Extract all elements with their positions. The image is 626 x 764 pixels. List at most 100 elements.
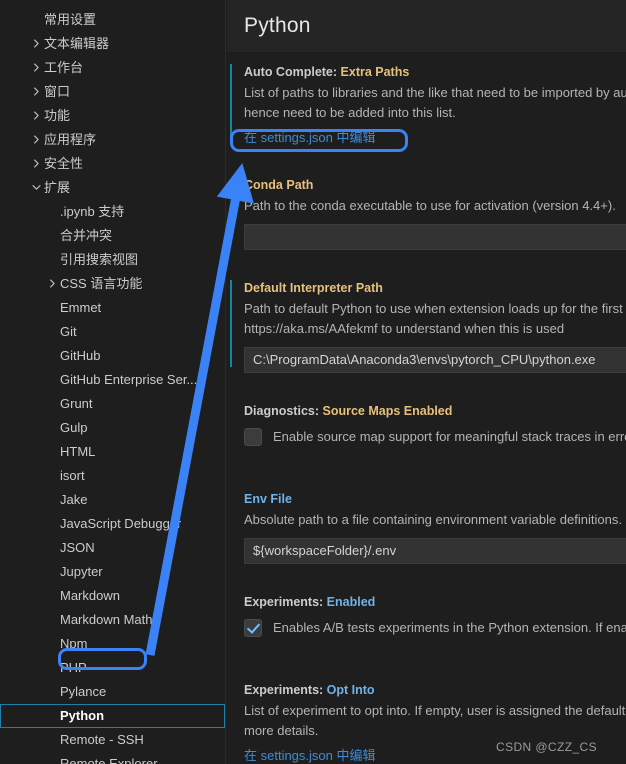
setting-experiments-enabled: Experiments: Enabled Enables A/B tests e… xyxy=(227,592,626,638)
sidebar-item-grunt[interactable]: Grunt xyxy=(0,392,225,416)
setting-description-line-1: List of experiment to opt into. If empty… xyxy=(244,703,626,718)
setting-env-file: Env File Absolute path to a file contain… xyxy=(227,489,626,564)
source-maps-enabled-checkbox[interactable] xyxy=(244,428,262,446)
highlight-box-python-sidebar-item xyxy=(58,648,147,670)
setting-checkbox-row: Enable source map support for meaningful… xyxy=(244,427,626,447)
sidebar-item-pylance[interactable]: Pylance xyxy=(0,680,225,704)
sidebar-item-label: Markdown Math xyxy=(60,612,153,627)
sidebar-item-emmet[interactable]: Emmet xyxy=(0,296,225,320)
sidebar-item-isort[interactable]: isort xyxy=(0,464,225,488)
sidebar-item-html[interactable]: HTML xyxy=(0,440,225,464)
setting-title-prefix: Diagnostics: xyxy=(244,404,323,418)
sidebar-item-label: GitHub Enterprise Ser... xyxy=(60,372,198,387)
chevron-right-icon[interactable] xyxy=(28,128,44,152)
setting-title-key: Opt Into xyxy=(326,683,375,697)
sidebar-item-label: Pylance xyxy=(60,684,107,699)
sidebar-item-label: 扩展 xyxy=(44,180,71,195)
setting-diagnostics-source-maps-enabled: Diagnostics: Source Maps Enabled Enable … xyxy=(227,401,626,447)
chevron-right-icon[interactable] xyxy=(28,80,44,104)
sidebar-item-git[interactable]: Git xyxy=(0,320,225,344)
setting-conda-path: Conda Path Path to the conda executable … xyxy=(227,175,626,250)
sidebar-item-label: JSON xyxy=(60,540,95,555)
sidebar-item-css[interactable]: CSS 语言功能 xyxy=(0,272,225,296)
sidebar-item-[interactable]: 工作台 xyxy=(0,56,225,80)
sidebar-item-markdown[interactable]: Markdown xyxy=(0,584,225,608)
default-interpreter-path-input[interactable]: C:\ProgramData\Anaconda3\envs\pytorch_CP… xyxy=(244,347,626,373)
edit-in-settings-json-link-opt-into[interactable]: 在 settings.json 中编辑 xyxy=(244,745,376,764)
sidebar-item-gulp[interactable]: Gulp xyxy=(0,416,225,440)
sidebar-item-[interactable]: 常用设置 xyxy=(0,8,225,32)
checkbox-label: Enable source map support for meaningful… xyxy=(273,429,626,444)
sidebar-item-label: Emmet xyxy=(60,300,102,315)
env-file-input[interactable]: ${workspaceFolder}/.env xyxy=(244,538,626,564)
conda-path-input[interactable] xyxy=(244,224,626,250)
setting-title: Diagnostics: Source Maps Enabled xyxy=(244,401,626,422)
sidebar-item-markdown-math[interactable]: Markdown Math xyxy=(0,608,225,632)
sidebar-item-[interactable]: 应用程序 xyxy=(0,128,225,152)
setting-title-key: Env File xyxy=(244,492,292,506)
sidebar-item-remote-ssh[interactable]: Remote - SSH xyxy=(0,728,225,752)
sidebar-item-[interactable]: 合并冲突 xyxy=(0,224,225,248)
setting-title-prefix: Auto Complete: xyxy=(244,65,341,79)
setting-title-prefix: Experiments: xyxy=(244,595,327,609)
sidebar-item-javascript-debugger[interactable]: JavaScript Debugger xyxy=(0,512,225,536)
highlight-box-edit-settings-json xyxy=(230,129,408,152)
sidebar-item-remote-explorer[interactable]: Remote Explorer xyxy=(0,752,225,764)
setting-checkbox-row: Enables A/B tests experiments in the Pyt… xyxy=(244,618,626,638)
sidebar-item-github[interactable]: GitHub xyxy=(0,344,225,368)
sidebar-item-label: GitHub xyxy=(60,348,101,363)
setting-title: Auto Complete: Extra Paths xyxy=(244,62,626,83)
chevron-right-icon[interactable] xyxy=(28,152,44,176)
setting-description-line-1: Path to the conda executable to use for … xyxy=(244,198,616,213)
sidebar-item-label: CSS 语言功能 xyxy=(60,276,143,291)
setting-title: Experiments: Enabled xyxy=(244,592,626,613)
sidebar-item-label: 应用程序 xyxy=(44,132,97,147)
sidebar-item-jake[interactable]: Jake xyxy=(0,488,225,512)
experiments-enabled-checkbox[interactable] xyxy=(244,619,262,637)
sidebar-item-jupyter[interactable]: Jupyter xyxy=(0,560,225,584)
sidebar-item-[interactable]: 安全性 xyxy=(0,152,225,176)
sidebar-item-[interactable]: 扩展 xyxy=(0,176,225,200)
sidebar-item-label: 文本编辑器 xyxy=(44,36,110,51)
sidebar-item-label: 安全性 xyxy=(44,156,84,171)
setting-description-line-1: List of paths to libraries and the like … xyxy=(244,85,626,100)
sidebar-item-label: Git xyxy=(60,324,77,339)
setting-title-key: Enabled xyxy=(326,595,376,609)
sidebar-item-[interactable]: 引用搜索视图 xyxy=(0,248,225,272)
sidebar-item-label: 工作台 xyxy=(44,60,84,75)
setting-title-key: Default Interpreter Path xyxy=(244,281,383,295)
sidebar-item-json[interactable]: JSON xyxy=(0,536,225,560)
setting-description-line-1: Absolute path to a file containing envir… xyxy=(244,512,622,527)
setting-description-line-2: https://aka.ms/AAfekmf to understand whe… xyxy=(244,321,565,336)
chevron-right-icon[interactable] xyxy=(28,104,44,128)
setting-default-interpreter-path: Default Interpreter Path Path to default… xyxy=(227,278,626,373)
sidebar-item-python[interactable]: Python xyxy=(0,704,225,728)
setting-title-prefix: Experiments: xyxy=(244,683,327,697)
chevron-down-icon[interactable] xyxy=(28,176,44,200)
setting-description-line-2: more details. xyxy=(244,723,319,738)
chevron-right-icon[interactable] xyxy=(28,56,44,80)
chevron-right-icon[interactable] xyxy=(44,272,60,296)
sidebar-item-[interactable]: 窗口 xyxy=(0,80,225,104)
setting-description-line-2: hence need to be added into this list. xyxy=(244,105,456,120)
sidebar-item-ipynb[interactable]: .ipynb 支持 xyxy=(0,200,225,224)
sidebar-item-label: Jake xyxy=(60,492,88,507)
page-title: Python xyxy=(244,14,311,37)
sidebar-item-label: Grunt xyxy=(60,396,93,411)
sidebar-item-[interactable]: 文本编辑器 xyxy=(0,32,225,56)
sidebar-item-[interactable]: 功能 xyxy=(0,104,225,128)
sidebar-item-label: 引用搜索视图 xyxy=(60,252,139,267)
setting-title: Conda Path xyxy=(244,175,626,196)
sidebar-item-label: Remote - SSH xyxy=(60,732,144,747)
chevron-right-icon[interactable] xyxy=(28,32,44,56)
setting-title-key: Extra Paths xyxy=(340,65,410,79)
setting-title-key: Conda Path xyxy=(244,178,314,192)
sidebar-item-github-enterprise-ser[interactable]: GitHub Enterprise Ser... xyxy=(0,368,225,392)
setting-title: Default Interpreter Path xyxy=(244,278,626,299)
sidebar-item-label: Python xyxy=(60,708,105,723)
sidebar-item-label: HTML xyxy=(60,444,96,459)
sidebar-item-label: isort xyxy=(60,468,85,483)
